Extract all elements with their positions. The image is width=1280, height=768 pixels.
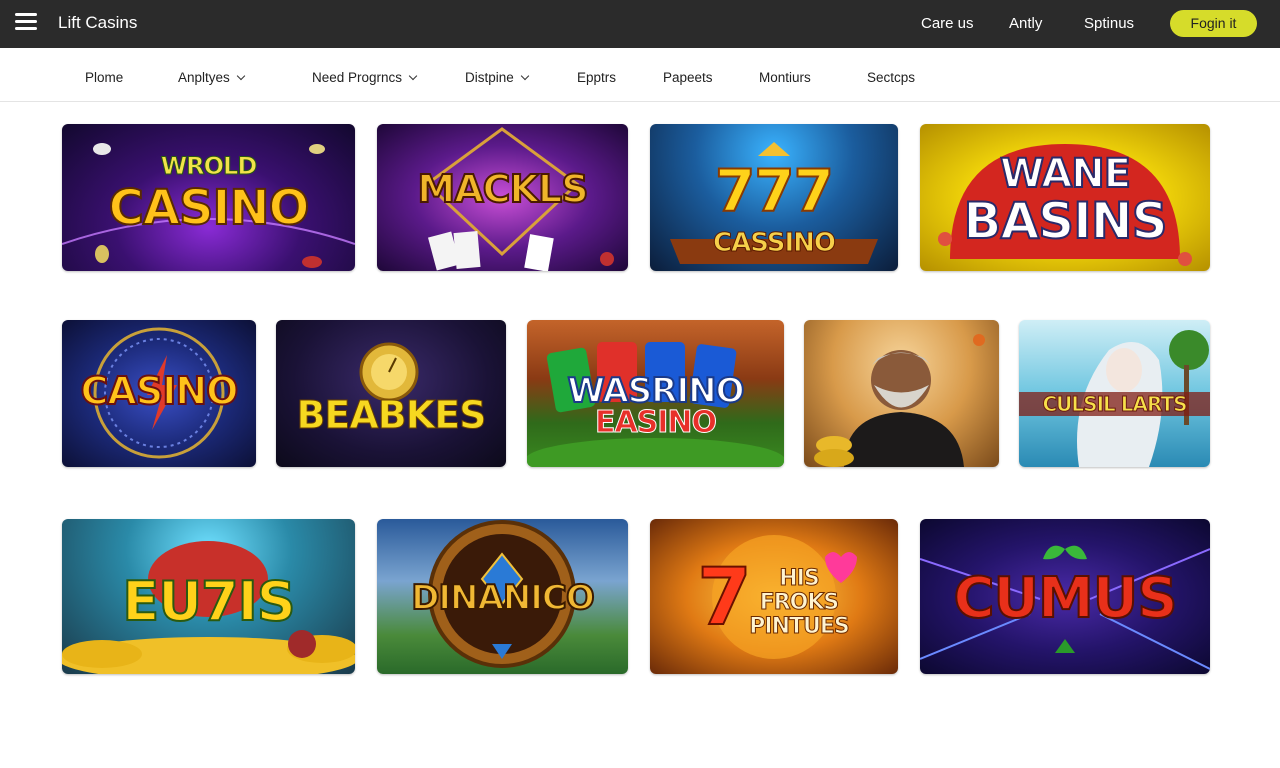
tile-art [814,334,985,467]
game-subtitle: HIS FROKS PINTUES [749,566,850,640]
game-tile-bearded-king[interactable] [804,320,999,467]
nav-label: Need Progrncs [312,70,403,85]
game-title: WASRINO [567,371,746,411]
nav-label: Sectcps [867,70,916,85]
nav-item-montiurs[interactable]: Montiurs [759,70,811,85]
game-subtitle: CASINO [108,180,311,236]
nav-item-need-progrncs[interactable]: Need Progrncs [312,70,418,85]
category-nav: Plome Anpltyes Need Progrncs Distpine Ep… [0,48,1280,102]
chevron-down-icon [408,71,418,81]
game-tile-cumus[interactable]: CUMUS [920,519,1210,674]
game-tile-dinanico[interactable]: DINANICO [377,519,628,674]
game-tile-wane-basins[interactable]: WANE BASINS [920,124,1210,271]
brand-name[interactable]: Lift Casins [58,13,137,33]
game-tile-eu7is[interactable]: EU7IS [62,519,355,674]
nav-item-papeets[interactable]: Papeets [663,70,713,85]
nav-label: Anpltyes [178,70,230,85]
game-title: CUMUS [952,566,1178,631]
nav-label: Papeets [663,70,713,85]
top-bar: Lift Casins Care us Antly Sptinus Fogin … [0,0,1280,48]
login-button[interactable]: Fogin it [1170,10,1257,37]
game-tile-world-casino[interactable]: WROLD CASINO [62,124,355,271]
nav-label: Epptrs [577,70,617,85]
game-title: BEABKES [296,393,487,437]
game-title: EU7IS [121,570,296,633]
game-tile-beabkes[interactable]: BEABKES [276,320,506,467]
chevron-down-icon [236,71,246,81]
chevron-down-icon [520,71,530,81]
game-tile-culsil-larts[interactable]: CULSIL LARTS [1019,320,1210,467]
nav-label: Plome [85,70,124,85]
game-tile-wasrino-easino[interactable]: WASRINO EASINO [527,320,784,467]
nav-item-epptrs[interactable]: Epptrs [577,70,616,85]
nav-item-distpine[interactable]: Distpine [465,70,530,85]
top-link-care-us[interactable]: Care us [921,15,974,32]
game-subtitle: BASINS [962,192,1168,250]
nav-label: Montiurs [759,70,811,85]
game-title: WANE [999,151,1132,197]
game-title: CULSIL LARTS [1019,392,1210,416]
game-title: MACKLS [416,167,589,211]
game-title: WROLD [160,152,258,180]
nav-item-anpltyes[interactable]: Anpltyes [178,70,246,85]
game-title: DINANICO [410,578,596,618]
game-title: CASINO [80,369,240,413]
nav-item-plome[interactable]: Plome [85,70,123,85]
top-link-antly[interactable]: Antly [1009,15,1042,32]
game-tile-casino-wheel[interactable]: CASINO [62,320,256,467]
game-tile-777-cassino[interactable]: 777 CASSINO [650,124,898,271]
game-subtitle: EASINO [594,405,717,440]
game-title: 777 [714,157,835,225]
game-subtitle: CASSINO [712,228,836,258]
game-tile-mackls[interactable]: MACKLS [377,124,628,271]
menu-icon[interactable] [15,13,37,33]
nav-item-sectcps[interactable]: Sectcps [867,70,915,85]
top-link-sptinus[interactable]: Sptinus [1084,15,1134,32]
nav-label: Distpine [465,70,514,85]
game-tile-his-froks[interactable]: 7 HIS FROKS PINTUES [650,519,898,674]
